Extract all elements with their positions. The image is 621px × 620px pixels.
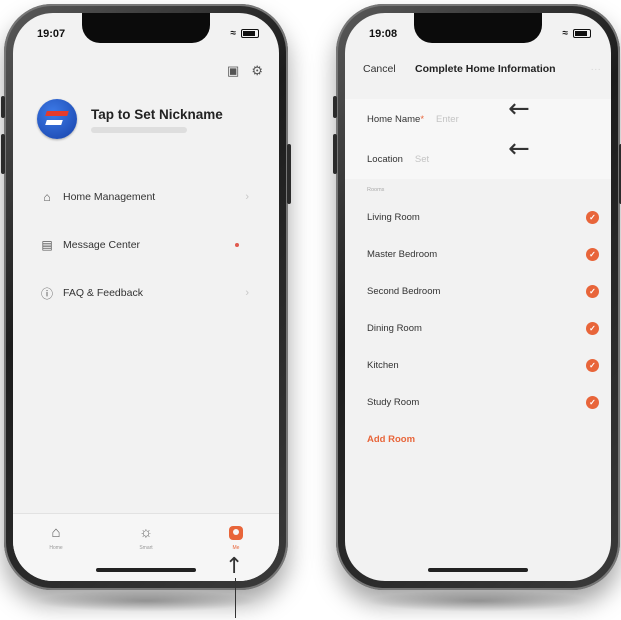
room-label: Master Bedroom [367,249,438,260]
checkmark-icon[interactable]: ✓ [586,322,599,335]
home-name-label: Home Name [367,113,421,125]
battery-icon [573,29,591,38]
menu-item-label: Home Management [63,191,156,203]
annotation-arrow-line [235,578,236,618]
tab-home[interactable]: ⌂ Home [31,524,81,551]
checkmark-icon[interactable]: ✓ [586,285,599,298]
room-item[interactable]: Study Room ✓ [345,384,611,421]
wifi-icon: ≈ [230,28,237,39]
room-label: Dining Room [367,323,422,334]
arrow-up-icon: ↑ [225,554,244,579]
menu-item-home-management[interactable]: ⌂ Home Management › [13,173,279,221]
save-button-disabled[interactable]: ··· [591,63,602,75]
room-label: Study Room [367,397,420,408]
location-label: Location [367,153,403,165]
right-phone: 19:08 ≈ Cancel Complete Home Information… [333,4,621,612]
room-item[interactable]: Kitchen ✓ [345,347,611,384]
tab-label: Me [232,545,240,551]
unread-dot [235,243,239,247]
tab-me[interactable]: Me [211,524,261,551]
notch [414,13,542,43]
left-screen: 19:07 ≈ ▣ ⚙ Tap to Set Nickname ⌂ Home M… [13,13,279,581]
status-indicators: ≈ [562,28,591,39]
room-label: Living Room [367,212,420,223]
avatar[interactable] [37,99,77,139]
location-row[interactable]: Location Set [345,139,611,179]
add-room-button[interactable]: Add Room [345,421,611,458]
page-title: Complete Home Information [415,63,556,75]
rooms-list: Living Room ✓ Master Bedroom ✓ Second Be… [345,199,611,458]
phone-side-button [1,96,5,118]
tab-label: Smart [139,545,153,551]
rooms-section-label: Rooms [367,187,385,193]
menu-list: ⌂ Home Management › ▤ Message Center ⓘ F… [13,173,279,317]
sun-icon: ☼ [139,524,153,541]
checkmark-icon[interactable]: ✓ [586,248,599,261]
left-phone: 19:07 ≈ ▣ ⚙ Tap to Set Nickname ⌂ Home M… [1,4,291,612]
checkmark-icon[interactable]: ✓ [586,211,599,224]
checkmark-icon[interactable]: ✓ [586,396,599,409]
message-icon: ▤ [41,238,53,252]
checkmark-icon[interactable]: ✓ [586,359,599,372]
notch [82,13,210,43]
me-icon [229,526,243,540]
home-icon: ⌂ [51,524,61,541]
room-label: Kitchen [367,360,399,371]
home-name-row[interactable]: Home Name * Enter [345,99,611,139]
status-time: 19:08 [369,28,398,40]
phone-side-button [1,134,5,174]
nav-bar: Cancel Complete Home Information ··· [345,59,611,81]
chevron-right-icon: › [245,191,249,203]
menu-item-message-center[interactable]: ▤ Message Center [13,221,279,269]
status-time: 19:07 [37,28,66,40]
top-icons: ▣ ⚙ [227,63,263,79]
settings-icon[interactable]: ⚙ [251,63,263,79]
room-label: Second Bedroom [367,286,441,297]
required-marker: * [420,113,425,125]
home-name-input[interactable]: Enter [436,114,459,125]
profile-header[interactable]: Tap to Set Nickname [37,99,259,149]
menu-item-label: Message Center [63,239,141,251]
home-icon: ⌂ [43,190,51,204]
menu-item-label: FAQ & Feedback [63,287,143,299]
phone-side-button [333,134,337,174]
arrow-left-icon: ← [508,134,530,164]
scan-icon[interactable]: ▣ [227,63,239,79]
right-screen: 19:08 ≈ Cancel Complete Home Information… [345,13,611,581]
nickname-label[interactable]: Tap to Set Nickname [91,107,223,122]
battery-icon [241,29,259,38]
phone-side-button [287,144,291,204]
home-indicator [428,568,528,572]
chevron-right-icon: › [245,287,249,299]
location-input[interactable]: Set [415,154,429,165]
room-item[interactable]: Second Bedroom ✓ [345,273,611,310]
menu-item-faq-feedback[interactable]: ⓘ FAQ & Feedback › [13,269,279,317]
status-indicators: ≈ [230,28,259,39]
phone-side-button [333,96,337,118]
cancel-button[interactable]: Cancel [363,63,396,75]
room-item[interactable]: Living Room ✓ [345,199,611,236]
home-indicator [96,568,196,572]
tab-smart[interactable]: ☼ Smart [121,524,171,551]
wifi-icon: ≈ [562,28,569,39]
room-item[interactable]: Master Bedroom ✓ [345,236,611,273]
home-info-form: Home Name * Enter Location Set [345,99,611,179]
room-item[interactable]: Dining Room ✓ [345,310,611,347]
tab-label: Home [49,545,63,551]
account-subtext-blurred [91,127,187,133]
question-icon: ⓘ [40,286,53,301]
arrow-left-icon: ← [508,94,530,124]
